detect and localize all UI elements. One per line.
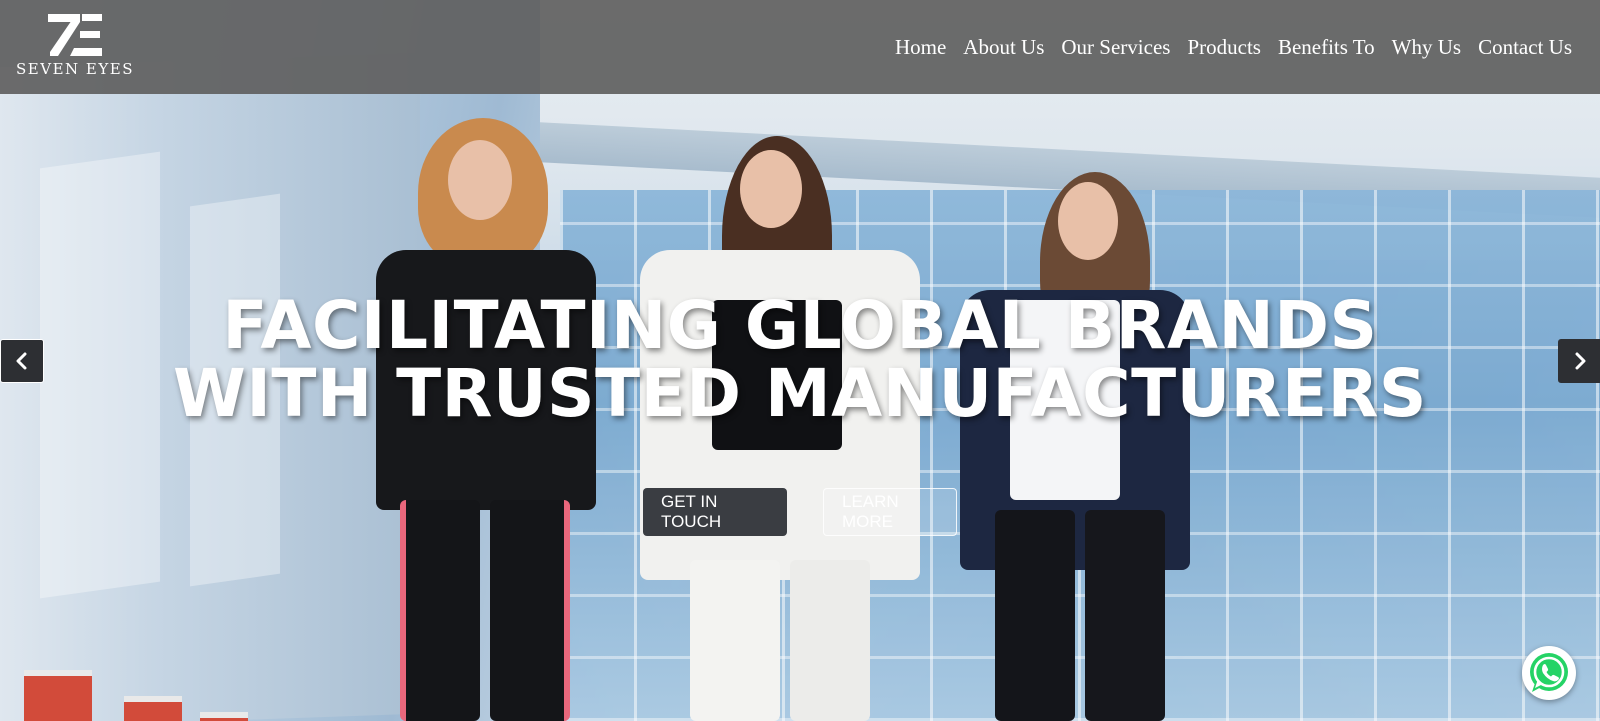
nav-item-home[interactable]: Home — [895, 35, 946, 60]
brand-name: SEVEN EYES — [16, 60, 134, 78]
hero-title-line-1: FACILITATING GLOBAL BRANDS — [222, 287, 1378, 364]
brand-logo[interactable]: SEVEN EYES — [16, 12, 133, 78]
hero-title-line-2: WITH TRUSTED MANUFACTURERS — [173, 355, 1427, 432]
carousel-next-button[interactable] — [1558, 339, 1600, 383]
nav-item-about-us[interactable]: About Us — [963, 35, 1044, 60]
chevron-left-icon — [16, 352, 27, 370]
whatsapp-button[interactable] — [1522, 646, 1576, 700]
learn-more-button[interactable]: LEARN MORE — [823, 488, 957, 536]
ze-monogram-icon — [46, 12, 104, 58]
nav-item-benefits-to[interactable]: Benefits To — [1278, 35, 1375, 60]
chevron-right-icon — [1575, 352, 1586, 370]
nav-item-why-us[interactable]: Why Us — [1392, 35, 1461, 60]
hero-title: FACILITATING GLOBAL BRANDS WITH TRUSTED … — [0, 292, 1600, 428]
nav-item-our-services[interactable]: Our Services — [1061, 35, 1170, 60]
get-in-touch-button[interactable]: GET IN TOUCH — [643, 488, 787, 536]
hero-barrier — [24, 670, 92, 721]
carousel-prev-button[interactable] — [0, 339, 44, 383]
hero-barrier — [200, 712, 248, 721]
main-nav: Home About Us Our Services Products Bene… — [895, 35, 1572, 60]
page: SEVEN EYES Home About Us Our Services Pr… — [0, 0, 1600, 721]
hero-barrier — [124, 696, 182, 721]
whatsapp-icon — [1530, 653, 1568, 692]
site-header: SEVEN EYES Home About Us Our Services Pr… — [0, 0, 1600, 94]
nav-item-products[interactable]: Products — [1187, 35, 1261, 60]
hero-cta-group: GET IN TOUCH LEARN MORE — [0, 488, 1600, 536]
nav-item-contact-us[interactable]: Contact Us — [1478, 35, 1572, 60]
